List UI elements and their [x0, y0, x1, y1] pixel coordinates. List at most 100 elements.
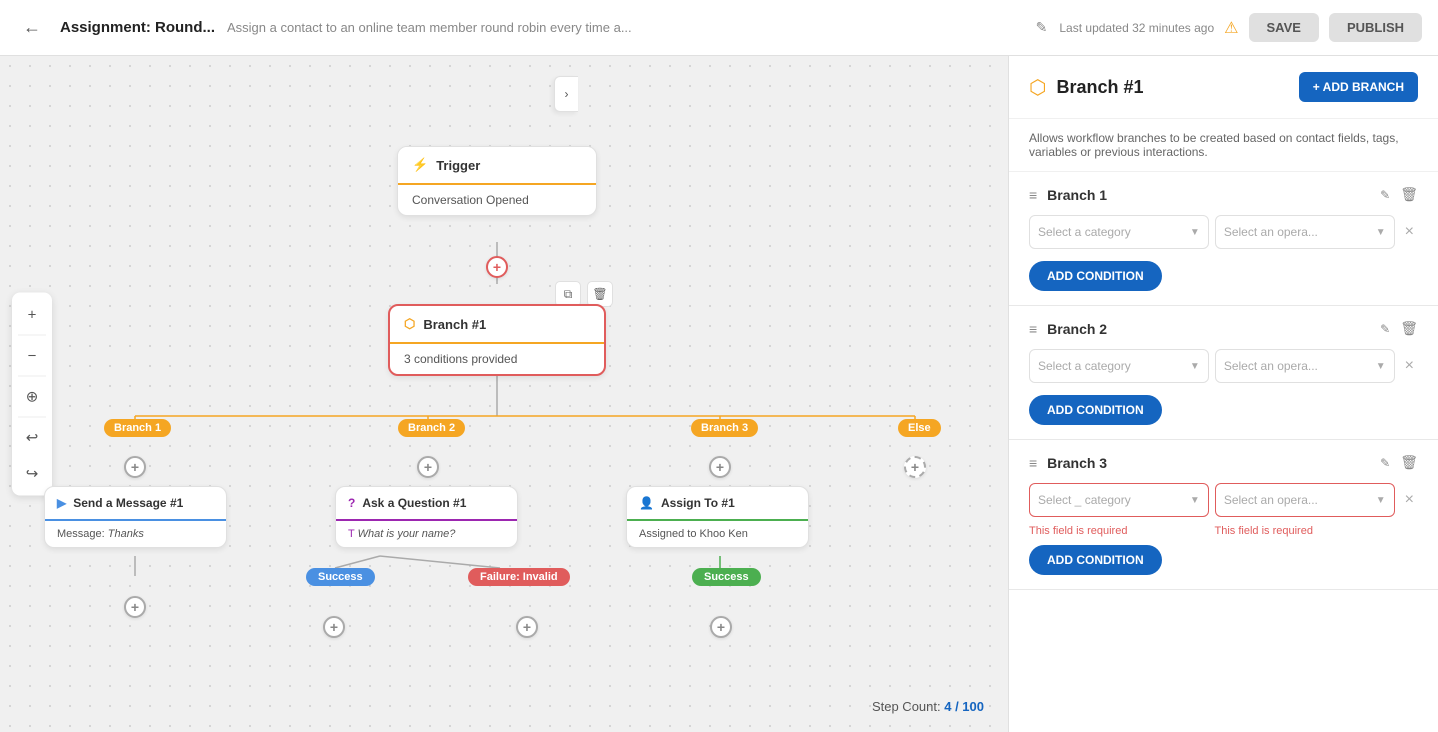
branch-3-operator-error: This field is required: [1215, 525, 1419, 537]
branch-3-name: Branch 3: [1047, 455, 1370, 471]
branch-3-section: ≡ Branch 3 ✎ 🗑 Select _ category ▼ Selec…: [1009, 440, 1438, 590]
branch-2-operator-text: Select an opera...: [1224, 359, 1318, 373]
step-ask-question-label: Ask a Question #1: [362, 496, 466, 510]
ask-question-icon: ?: [348, 496, 355, 510]
undo-button[interactable]: ↩: [12, 420, 52, 456]
edit-title-icon[interactable]: ✎: [1036, 19, 1048, 36]
step-count: Step Count: 4 / 100: [872, 699, 984, 714]
branch-2-add-condition-button[interactable]: ADD CONDITION: [1029, 395, 1162, 425]
step-ask-question[interactable]: ? Ask a Question #1 T What is your name?: [335, 486, 518, 548]
step-assign-to-header: 👤 Assign To #1: [627, 487, 808, 521]
step-ask-question-header: ? Ask a Question #1: [336, 487, 517, 521]
branch-3-operator-text: Select an opera...: [1224, 493, 1318, 507]
add-below-success-button[interactable]: +: [323, 616, 345, 638]
branch-1-header: ≡ Branch 1 ✎ 🗑: [1029, 186, 1418, 203]
branch-1-edit-icon[interactable]: ✎: [1380, 188, 1390, 202]
branch-3-category-text: Select _ category: [1038, 493, 1131, 507]
branch-2-name: Branch 2: [1047, 321, 1370, 337]
save-button[interactable]: SAVE: [1249, 13, 1319, 42]
branch-3-add-condition-button[interactable]: ADD CONDITION: [1029, 545, 1162, 575]
branch-1-section: ≡ Branch 1 ✎ 🗑 Select a category ▼ Selec…: [1009, 172, 1438, 306]
branch-3-category-select[interactable]: Select _ category ▼: [1029, 483, 1209, 517]
workflow-canvas[interactable]: + − ⊕ ↩ ↪ ›: [0, 56, 1008, 732]
branch-label-3: Branch 3: [691, 419, 758, 437]
branch-3-category-error: This field is required: [1029, 525, 1209, 537]
last-updated-text: Last updated 32 minutes ago: [1059, 21, 1214, 35]
branch-1-condition-remove[interactable]: ×: [1401, 223, 1418, 241]
branch-1-reorder-icon[interactable]: ≡: [1029, 187, 1037, 203]
page-subtitle: Assign a contact to an online team membe…: [227, 20, 1024, 35]
branch-1-category-text: Select a category: [1038, 225, 1131, 239]
branch-2-condition-remove[interactable]: ×: [1401, 357, 1418, 375]
branch-3-condition-remove[interactable]: ×: [1401, 491, 1418, 509]
step-count-label: Step Count:: [872, 699, 941, 714]
branch-3-header: ≡ Branch 3 ✎ 🗑: [1029, 454, 1418, 471]
app-header: ← Assignment: Round... Assign a contact …: [0, 0, 1438, 56]
fit-view-button[interactable]: ⊕: [12, 379, 52, 415]
header-actions: Last updated 32 minutes ago ⚠ SAVE PUBLI…: [1059, 13, 1422, 42]
collapse-panel-button[interactable]: ›: [554, 76, 578, 112]
branch-2-category-select[interactable]: Select a category ▼: [1029, 349, 1209, 383]
branch-1-operator-arrow: ▼: [1376, 227, 1386, 238]
branch-label-2: Branch 2: [398, 419, 465, 437]
branch-2-operator-select[interactable]: Select an opera... ▼: [1215, 349, 1395, 383]
step-assign-to[interactable]: 👤 Assign To #1 Assigned to Khoo Ken: [626, 486, 809, 548]
back-button[interactable]: ←: [16, 12, 48, 44]
add-below-assign-button[interactable]: +: [710, 616, 732, 638]
warning-icon: ⚠: [1224, 18, 1238, 38]
branch-3-operator-select[interactable]: Select an opera... ▼: [1215, 483, 1395, 517]
zoom-in-button[interactable]: +: [12, 297, 52, 333]
canvas-toolbar: + − ⊕ ↩ ↪: [12, 293, 52, 496]
branch-2-category-arrow: ▼: [1190, 361, 1200, 372]
branch-1-category-select[interactable]: Select a category ▼: [1029, 215, 1209, 249]
add-below-message-button[interactable]: +: [124, 596, 146, 618]
branch-2-reorder-icon[interactable]: ≡: [1029, 321, 1037, 337]
branch-2-edit-icon[interactable]: ✎: [1380, 322, 1390, 336]
branch-2-condition-row: Select a category ▼ Select an opera... ▼…: [1029, 349, 1418, 383]
branch-1-operator-select[interactable]: Select an opera... ▼: [1215, 215, 1395, 249]
add-branch-button[interactable]: + ADD BRANCH: [1299, 72, 1418, 102]
add-to-else-button[interactable]: +: [904, 456, 926, 478]
main-content: + − ⊕ ↩ ↪ ›: [0, 56, 1438, 732]
publish-button[interactable]: PUBLISH: [1329, 13, 1422, 42]
branch-1-delete-icon[interactable]: 🗑: [1400, 186, 1418, 203]
branch-3-delete-icon[interactable]: 🗑: [1400, 454, 1418, 471]
trigger-node[interactable]: ⚡ Trigger Conversation Opened: [397, 146, 597, 216]
branch-label-1: Branch 1: [104, 419, 171, 437]
branch-3-category-arrow: ▼: [1190, 495, 1200, 506]
trigger-body: Conversation Opened: [398, 185, 596, 215]
add-to-branch1-button[interactable]: +: [124, 456, 146, 478]
branch-2-delete-icon[interactable]: 🗑: [1400, 320, 1418, 337]
branch-2-category-text: Select a category: [1038, 359, 1131, 373]
branch-3-error-row: This field is required This field is req…: [1029, 525, 1418, 541]
step-assign-to-label: Assign To #1: [661, 496, 735, 510]
redo-button[interactable]: ↪: [12, 456, 52, 492]
branch-node[interactable]: ⬡ Branch #1 3 conditions provided: [388, 304, 606, 376]
branch-1-category-arrow: ▼: [1190, 227, 1200, 238]
panel-header-icon: ⬡: [1029, 75, 1046, 100]
branch-3-edit-icon[interactable]: ✎: [1380, 456, 1390, 470]
branch-1-operator-text: Select an opera...: [1224, 225, 1318, 239]
step-assign-to-body: Assigned to Khoo Ken: [627, 521, 808, 547]
branch-2-header: ≡ Branch 2 ✎ 🗑: [1029, 320, 1418, 337]
branch-1-add-condition-button[interactable]: ADD CONDITION: [1029, 261, 1162, 291]
add-to-branch2-button[interactable]: +: [417, 456, 439, 478]
branch-label-else: Else: [898, 419, 941, 437]
branch-3-reorder-icon[interactable]: ≡: [1029, 455, 1037, 471]
add-step-button-1[interactable]: +: [486, 256, 508, 278]
step-send-message-body: Message: Thanks: [45, 521, 226, 547]
branch-3-operator-arrow: ▼: [1376, 495, 1386, 506]
branch-node-icon: ⬡: [404, 316, 415, 332]
success-badge-2: Success: [692, 568, 761, 586]
add-below-failure-button[interactable]: +: [516, 616, 538, 638]
add-to-branch3-button[interactable]: +: [709, 456, 731, 478]
step-ask-question-body: T What is your name?: [336, 521, 517, 547]
toolbar-divider-3: [18, 417, 46, 418]
branch-node-body: 3 conditions provided: [390, 344, 604, 374]
zoom-out-button[interactable]: −: [12, 338, 52, 374]
branch-node-header: ⬡ Branch #1: [390, 306, 604, 344]
toolbar-divider-2: [18, 376, 46, 377]
step-send-message[interactable]: ▶ Send a Message #1 Message: Thanks: [44, 486, 227, 548]
trigger-header: ⚡ Trigger: [398, 147, 596, 185]
failure-badge: Failure: Invalid: [468, 568, 570, 586]
